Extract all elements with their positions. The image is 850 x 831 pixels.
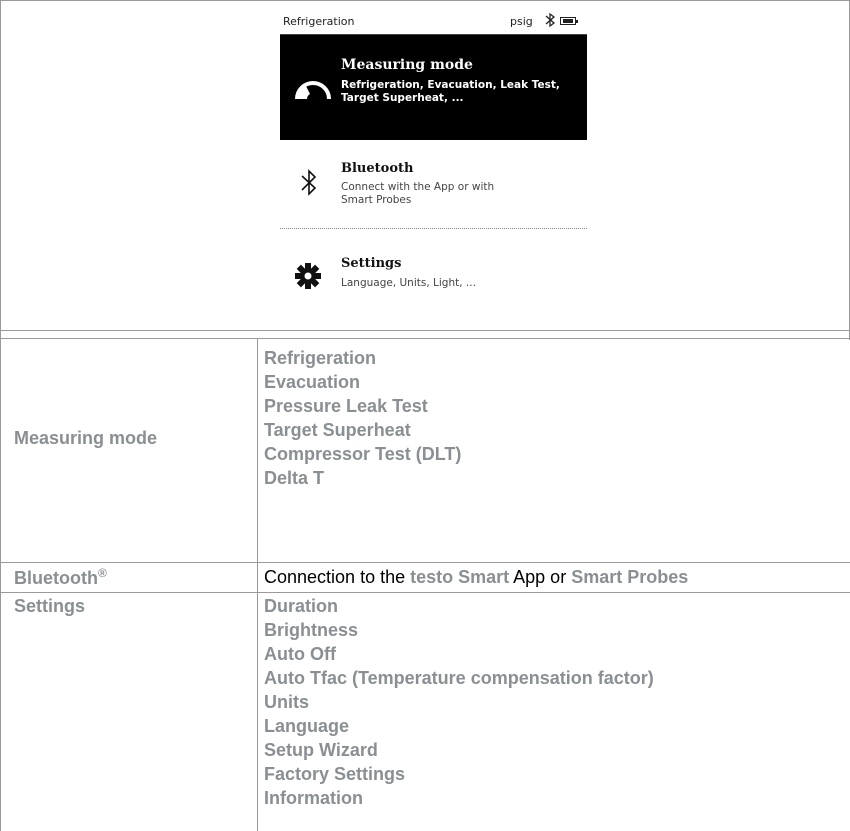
list-item: Information <box>264 788 363 808</box>
table-column-divider <box>257 338 258 831</box>
status-title: Refrigeration <box>283 15 355 28</box>
gauge-icon <box>294 75 332 106</box>
list-item: Target Superheat <box>264 420 411 440</box>
list-item: Delta T <box>264 468 325 488</box>
gear-icon <box>294 262 322 295</box>
sentence-text: App or <box>509 567 572 587</box>
row-label-text: Bluetooth <box>14 568 98 588</box>
menu-item-title: Measuring mode <box>341 57 473 73</box>
sentence-text: Connection to the <box>264 567 411 587</box>
status-unit: psig <box>510 15 533 28</box>
menu-item-description: Language, Units, Light, ... <box>341 277 476 289</box>
table-separator-image-2 <box>0 338 850 339</box>
registered-mark: ® <box>97 566 107 580</box>
settings-list: Duration Brightness Auto Off Auto Tfac (… <box>264 594 654 810</box>
bluetooth-icon <box>300 168 318 203</box>
smart-probes-term: Smart Probes <box>571 567 689 587</box>
device-screen: Refrigeration psig Measuring mode Refrig… <box>280 10 587 320</box>
list-item: Auto Tfac (Temperature compensation fact… <box>264 668 654 688</box>
menu-item-description: Connect with the App or with Smart Probe… <box>341 181 495 206</box>
list-item: Language <box>264 716 350 736</box>
list-item: Units <box>264 692 309 712</box>
table-row-separator-2 <box>0 592 850 593</box>
menu-item-title: Settings <box>341 256 402 271</box>
list-item: Duration <box>264 596 338 616</box>
row-label-bluetooth: Bluetooth® <box>14 566 107 589</box>
status-bar: Refrigeration psig <box>280 10 587 35</box>
list-item: Refrigeration <box>264 348 377 368</box>
list-item: Evacuation <box>264 372 361 392</box>
table-border-top <box>0 0 850 1</box>
menu-item-measuring-mode[interactable]: Measuring mode Refrigeration, Evacuation… <box>280 35 587 140</box>
list-item: Brightness <box>264 620 359 640</box>
menu-item-title: Bluetooth <box>341 161 414 176</box>
list-item: Compressor Test (DLT) <box>264 444 462 464</box>
table-border-left <box>0 0 1 831</box>
menu-item-description: Refrigeration, Evacuation, Leak Test, Ta… <box>341 79 560 104</box>
menu-item-bluetooth[interactable]: Bluetooth Connect with the App or with S… <box>280 140 587 228</box>
bluetooth-icon <box>544 12 556 32</box>
table-row-separator-1 <box>0 562 850 563</box>
measuring-mode-list: Refrigeration Evacuation Pressure Leak T… <box>264 346 461 490</box>
menu-divider <box>280 228 587 229</box>
row-label-measuring-mode: Measuring mode <box>14 428 158 448</box>
row-label-settings: Settings <box>14 596 86 616</box>
list-item: Pressure Leak Test <box>264 396 428 416</box>
bluetooth-description: Connection to the testo Smart App or Sma… <box>264 567 688 588</box>
list-item: Factory Settings <box>264 764 406 784</box>
testo-smart-term: testo Smart <box>410 567 510 587</box>
menu-item-settings[interactable]: Settings Language, Units, Light, ... <box>280 232 587 320</box>
table-separator-image <box>0 330 850 331</box>
battery-icon <box>560 17 578 25</box>
list-item: Auto Off <box>264 644 336 664</box>
list-item: Setup Wizard <box>264 740 378 760</box>
